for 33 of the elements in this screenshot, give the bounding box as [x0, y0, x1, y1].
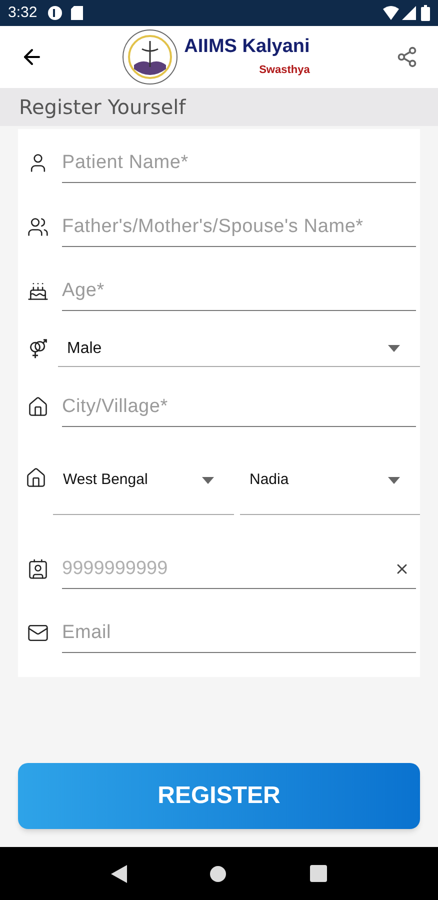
text-field[interactable]: Email [62, 613, 416, 653]
text-field[interactable]: City/Village* [62, 387, 416, 427]
cake-icon [27, 280, 49, 302]
mail-icon [27, 622, 49, 644]
text-field[interactable]: Patient Name* [62, 143, 416, 183]
dropdown-caret-icon [388, 477, 400, 484]
gender-dropdown[interactable]: Male [58, 331, 420, 367]
gender-icon [27, 338, 49, 360]
text-field[interactable]: Age* [62, 271, 416, 311]
dropdown-caret-icon [202, 477, 214, 484]
app-title: AIIMS Kalyani [184, 36, 310, 58]
signal-icon [402, 6, 416, 20]
back-nav-icon[interactable] [111, 864, 128, 882]
battery-icon [421, 5, 430, 21]
house-icon [27, 396, 49, 418]
dropdown[interactable]: Nadia [240, 459, 420, 515]
people-icon [27, 216, 49, 238]
notification-icon [47, 5, 64, 21]
dropdown[interactable]: West Bengal [53, 459, 234, 515]
logo-icon [122, 29, 178, 85]
phone-field[interactable]: 9999999999 [62, 549, 416, 589]
section-title: Register Yourself [19, 94, 186, 121]
app-subtitle: Swasthya [259, 62, 310, 78]
recents-nav-icon[interactable] [310, 865, 327, 882]
home-nav-icon[interactable] [209, 864, 228, 882]
status-time: 3:32 [8, 2, 38, 23]
share-icon[interactable] [396, 46, 418, 68]
sd-card-icon [71, 6, 84, 20]
house-icon [24, 467, 46, 489]
text-field[interactable]: Father's/Mother's/Spouse's Name* [62, 207, 416, 247]
register-button[interactable]: REGISTER [18, 763, 420, 829]
dropdown-caret-icon [388, 345, 400, 352]
wifi-icon [383, 6, 399, 20]
